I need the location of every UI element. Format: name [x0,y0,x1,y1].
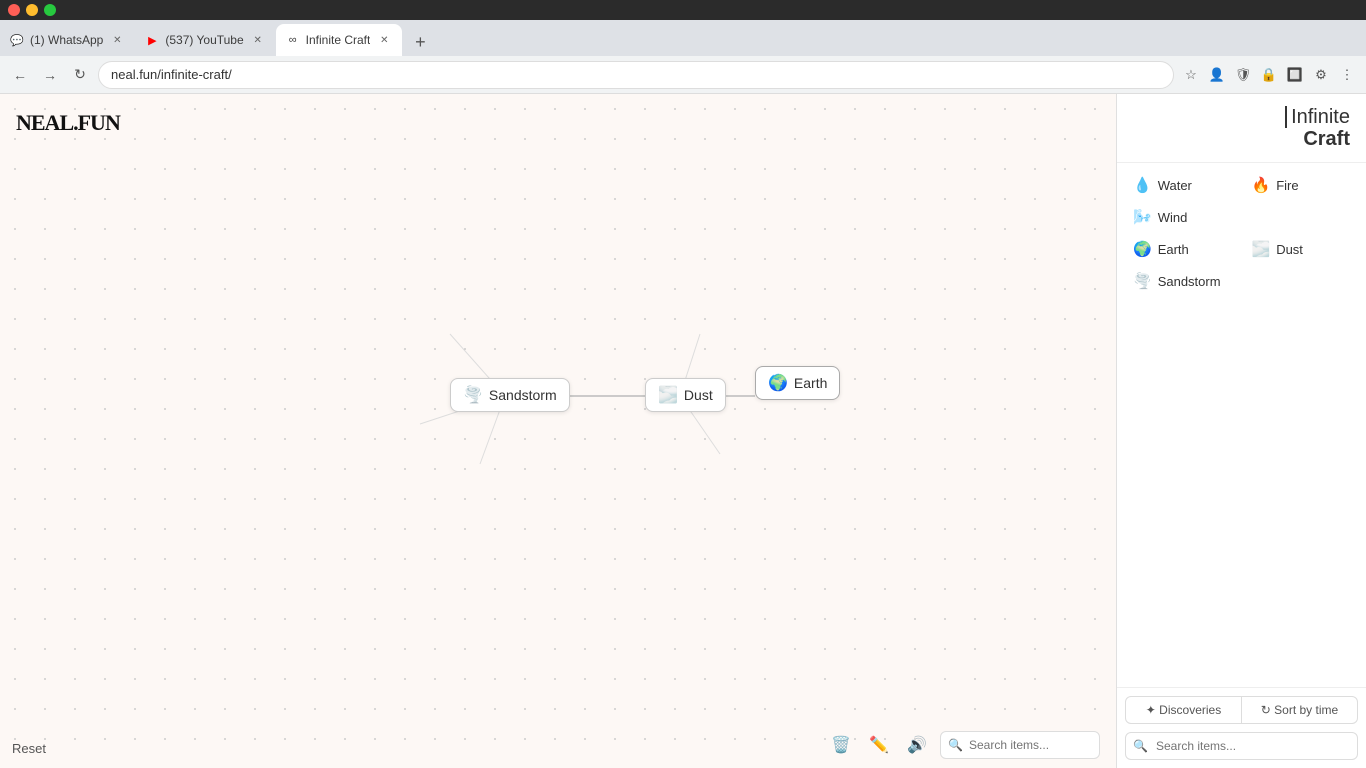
reset-button[interactable]: Reset [12,741,46,756]
water-label: Water [1158,178,1192,193]
extension-icon4[interactable]: ⚙ [1310,64,1332,86]
youtube-favicon: ▶ [145,33,159,47]
wind-label: Wind [1158,210,1188,225]
fire-emoji: 🔥 [1252,176,1271,194]
sidebar-row-4: 🌪️ Sandstorm [1125,267,1358,295]
sidebar-footer: ✦ Discoveries ↻ Sort by time 🔍 [1117,687,1366,768]
main-layout: NEAL.FUN 🌪️ Sandstorm 🌫️ Dust 🌍 Earth [0,94,1366,768]
tab-whatsapp[interactable]: 💬 (1) WhatsApp ✕ [0,24,135,56]
search-items-input[interactable] [940,731,1100,759]
ic-logo-line2: Craft [1303,128,1350,150]
extension-icon2[interactable]: 🔒 [1258,64,1280,86]
sidebar-item-dust[interactable]: 🌫️ Dust [1244,235,1359,263]
footer-buttons: ✦ Discoveries ↻ Sort by time [1125,696,1358,724]
sandstorm-sidebar-label: Sandstorm [1158,274,1221,289]
wind-emoji: 🌬️ [1133,208,1152,226]
sidebar-items: 💧 Water 🔥 Fire 🌬️ Wind 🌍 Ear [1117,163,1366,687]
sandstorm-sidebar-emoji: 🌪️ [1133,272,1152,290]
sidebar-item-sandstorm[interactable]: 🌪️ Sandstorm [1125,267,1358,295]
infinite-craft-favicon: ∞ [286,33,300,47]
reload-button[interactable]: ↻ [68,63,92,87]
sidebar-header: Infinite Craft [1117,94,1366,163]
connector-lines [0,94,1116,768]
canvas-earth[interactable]: 🌍 Earth [755,366,840,400]
url-bar[interactable]: neal.fun/infinite-craft/ [98,61,1174,89]
profile-icon[interactable]: 👤 [1206,64,1228,86]
bottom-toolbar: 🗑️ ✏️ 🔊 🔍 [826,730,1100,760]
sidebar-item-water[interactable]: 💧 Water [1125,171,1240,199]
sidebar-item-wind[interactable]: 🌬️ Wind [1125,203,1358,231]
sidebar-row-3: 🌍 Earth 🌫️ Dust [1125,235,1358,263]
extension-icon3[interactable]: 🔲 [1284,64,1306,86]
sandstorm-emoji: 🌪️ [463,385,483,405]
sidebar-row-1: 💧 Water 🔥 Fire [1125,171,1358,199]
extension-icon1[interactable]: 🛡 [1232,64,1254,86]
sandstorm-label: Sandstorm [489,387,557,403]
bookmark-icon[interactable]: ☆ [1180,64,1202,86]
ic-logo-line1: Infinite [1285,106,1350,128]
tab-whatsapp-close[interactable]: ✕ [109,32,125,48]
dust-label: Dust [684,387,713,403]
new-tab-button[interactable]: + [406,28,434,56]
earth-sidebar-emoji: 🌍 [1133,240,1152,258]
search-wrap: 🔍 [940,731,1100,759]
url-text: neal.fun/infinite-craft/ [111,67,232,82]
earth-label: Earth [794,375,827,391]
sidebar: Infinite Craft 💧 Water 🔥 Fire [1116,94,1366,768]
site-logo: NEAL.FUN [16,110,120,136]
tab-whatsapp-title: (1) WhatsApp [30,33,103,47]
water-emoji: 💧 [1133,176,1152,194]
sidebar-item-fire[interactable]: 🔥 Fire [1244,171,1359,199]
discoveries-button[interactable]: ✦ Discoveries [1125,696,1242,724]
sidebar-search-icon: 🔍 [1133,739,1148,753]
tab-infinite-craft-close[interactable]: ✕ [376,32,392,48]
tab-bar: 💬 (1) WhatsApp ✕ ▶ (537) YouTube ✕ ∞ Inf… [0,20,1366,56]
browser-chrome [0,0,1366,20]
tab-infinite-craft[interactable]: ∞ Infinite Craft ✕ [276,24,403,56]
sidebar-search-input[interactable] [1125,732,1358,760]
trash-icon[interactable]: 🗑️ [826,730,856,760]
canvas-area[interactable]: NEAL.FUN 🌪️ Sandstorm 🌫️ Dust 🌍 Earth [0,94,1116,768]
fire-label: Fire [1276,178,1298,193]
tab-youtube-close[interactable]: ✕ [250,32,266,48]
pencil-icon[interactable]: ✏️ [864,730,894,760]
earth-sidebar-label: Earth [1158,242,1189,257]
menu-icon[interactable]: ⋮ [1336,64,1358,86]
infinite-craft-logo: Infinite Craft [1285,106,1350,150]
traffic-light-close[interactable] [8,4,20,16]
forward-button[interactable]: → [38,63,62,87]
earth-emoji: 🌍 [768,373,788,393]
sound-icon[interactable]: 🔊 [902,730,932,760]
canvas-dust[interactable]: 🌫️ Dust [645,378,726,412]
dust-emoji: 🌫️ [658,385,678,405]
sort-button[interactable]: ↻ Sort by time [1242,696,1358,724]
sidebar-item-earth[interactable]: 🌍 Earth [1125,235,1240,263]
traffic-light-minimize[interactable] [26,4,38,16]
sidebar-row-2: 🌬️ Wind [1125,203,1358,231]
back-button[interactable]: ← [8,63,32,87]
traffic-light-maximize[interactable] [44,4,56,16]
tab-youtube-title: (537) YouTube [165,33,243,47]
dust-sidebar-emoji: 🌫️ [1252,240,1271,258]
whatsapp-favicon: 💬 [10,33,24,47]
canvas-sandstorm[interactable]: 🌪️ Sandstorm [450,378,570,412]
address-icons: ☆ 👤 🛡 🔒 🔲 ⚙ ⋮ [1180,64,1358,86]
sidebar-search-wrap: 🔍 [1125,732,1358,760]
tab-youtube[interactable]: ▶ (537) YouTube ✕ [135,24,275,56]
dust-sidebar-label: Dust [1276,242,1303,257]
tab-infinite-craft-title: Infinite Craft [306,33,371,47]
address-bar: ← → ↻ neal.fun/infinite-craft/ ☆ 👤 🛡 🔒 🔲… [0,56,1366,94]
search-icon: 🔍 [948,738,963,752]
